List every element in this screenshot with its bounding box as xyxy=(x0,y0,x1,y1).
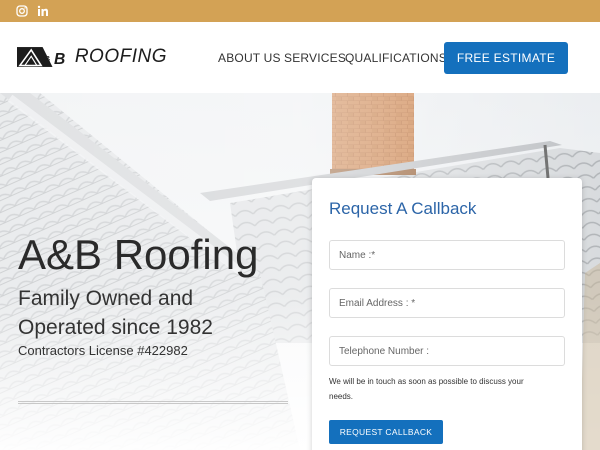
email-field[interactable] xyxy=(329,288,565,318)
logo-wordmark: ROOFING xyxy=(74,46,167,67)
hero-title: A&B Roofing xyxy=(18,231,259,278)
hero-subtitle: Family Owned and Operated since 1982 xyxy=(18,287,213,339)
free-estimate-button[interactable]: FREE ESTIMATE xyxy=(444,42,568,74)
instagram-icon[interactable] xyxy=(14,3,30,19)
nav-services[interactable]: SERVICES xyxy=(284,51,346,67)
svg-text:B: B xyxy=(54,51,65,68)
logo-mark: B & xyxy=(17,47,74,68)
svg-text:&: & xyxy=(44,55,51,65)
license-text: Contractors License #422982 xyxy=(18,343,188,358)
linkedin-icon[interactable] xyxy=(35,3,51,19)
form-note: We will be in touch as soon as possible … xyxy=(329,377,524,401)
nav-about-us[interactable]: ABOUT US xyxy=(218,51,281,67)
callback-form-card: Request A Callback We will be in touch a… xyxy=(312,178,582,450)
name-field[interactable] xyxy=(329,240,565,270)
phone-field[interactable] xyxy=(329,336,565,366)
form-title: Request A Callback xyxy=(329,199,477,218)
site-header: B & ROOFING ABOUT US SERVICES QUALIFICAT… xyxy=(0,22,600,93)
social-bar xyxy=(0,0,600,22)
site-logo[interactable]: B & ROOFING xyxy=(17,41,167,73)
request-callback-button[interactable]: REQUEST CALLBACK xyxy=(329,420,443,444)
hero-divider xyxy=(18,401,288,404)
nav-qualifications[interactable]: QUALIFICATIONS xyxy=(345,51,447,67)
